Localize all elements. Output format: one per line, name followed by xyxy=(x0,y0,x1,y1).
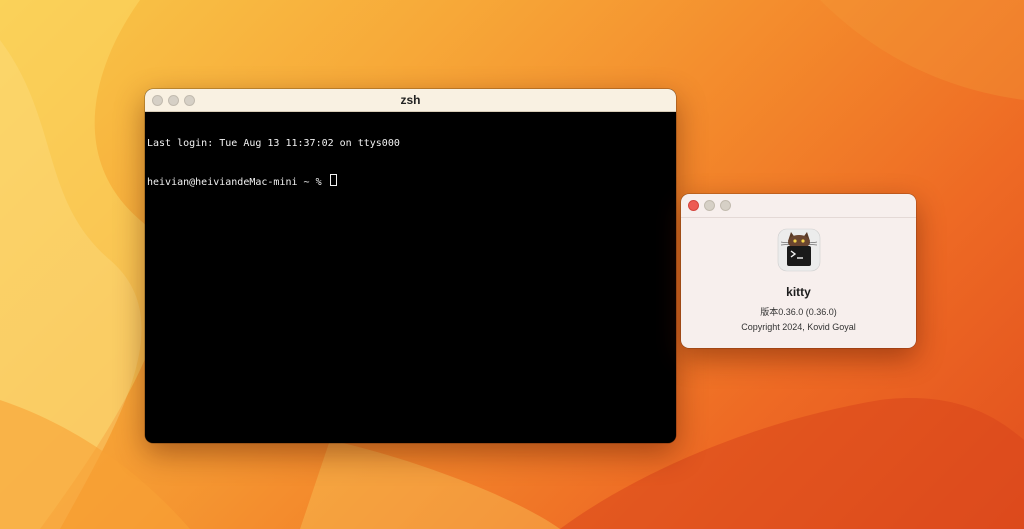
app-name: kitty xyxy=(786,285,811,299)
minimize-button[interactable] xyxy=(704,200,715,211)
terminal-window[interactable]: zsh Last login: Tue Aug 13 11:37:02 on t… xyxy=(145,89,676,443)
cursor-icon xyxy=(329,174,337,186)
zoom-button[interactable] xyxy=(720,200,731,211)
app-copyright: Copyright 2024, Kovid Goyal xyxy=(741,322,856,332)
terminal-prompt-line: heivian@heiviandeMac-mini ~ % xyxy=(147,174,674,189)
terminal-content[interactable]: Last login: Tue Aug 13 11:37:02 on ttys0… xyxy=(145,112,676,215)
about-kitty-window[interactable]: kitty 版本0.36.0 (0.36.0) Copyright 2024, … xyxy=(681,194,916,348)
about-titlebar[interactable] xyxy=(681,194,916,218)
terminal-titlebar[interactable]: zsh xyxy=(145,89,676,112)
close-button[interactable] xyxy=(688,200,699,211)
terminal-prompt: heivian@heiviandeMac-mini ~ % xyxy=(147,177,328,188)
kitty-app-icon xyxy=(777,228,821,272)
terminal-line: Last login: Tue Aug 13 11:37:02 on ttys0… xyxy=(147,138,400,149)
terminal-title: zsh xyxy=(400,93,421,107)
app-version: 版本0.36.0 (0.36.0) xyxy=(760,307,837,317)
